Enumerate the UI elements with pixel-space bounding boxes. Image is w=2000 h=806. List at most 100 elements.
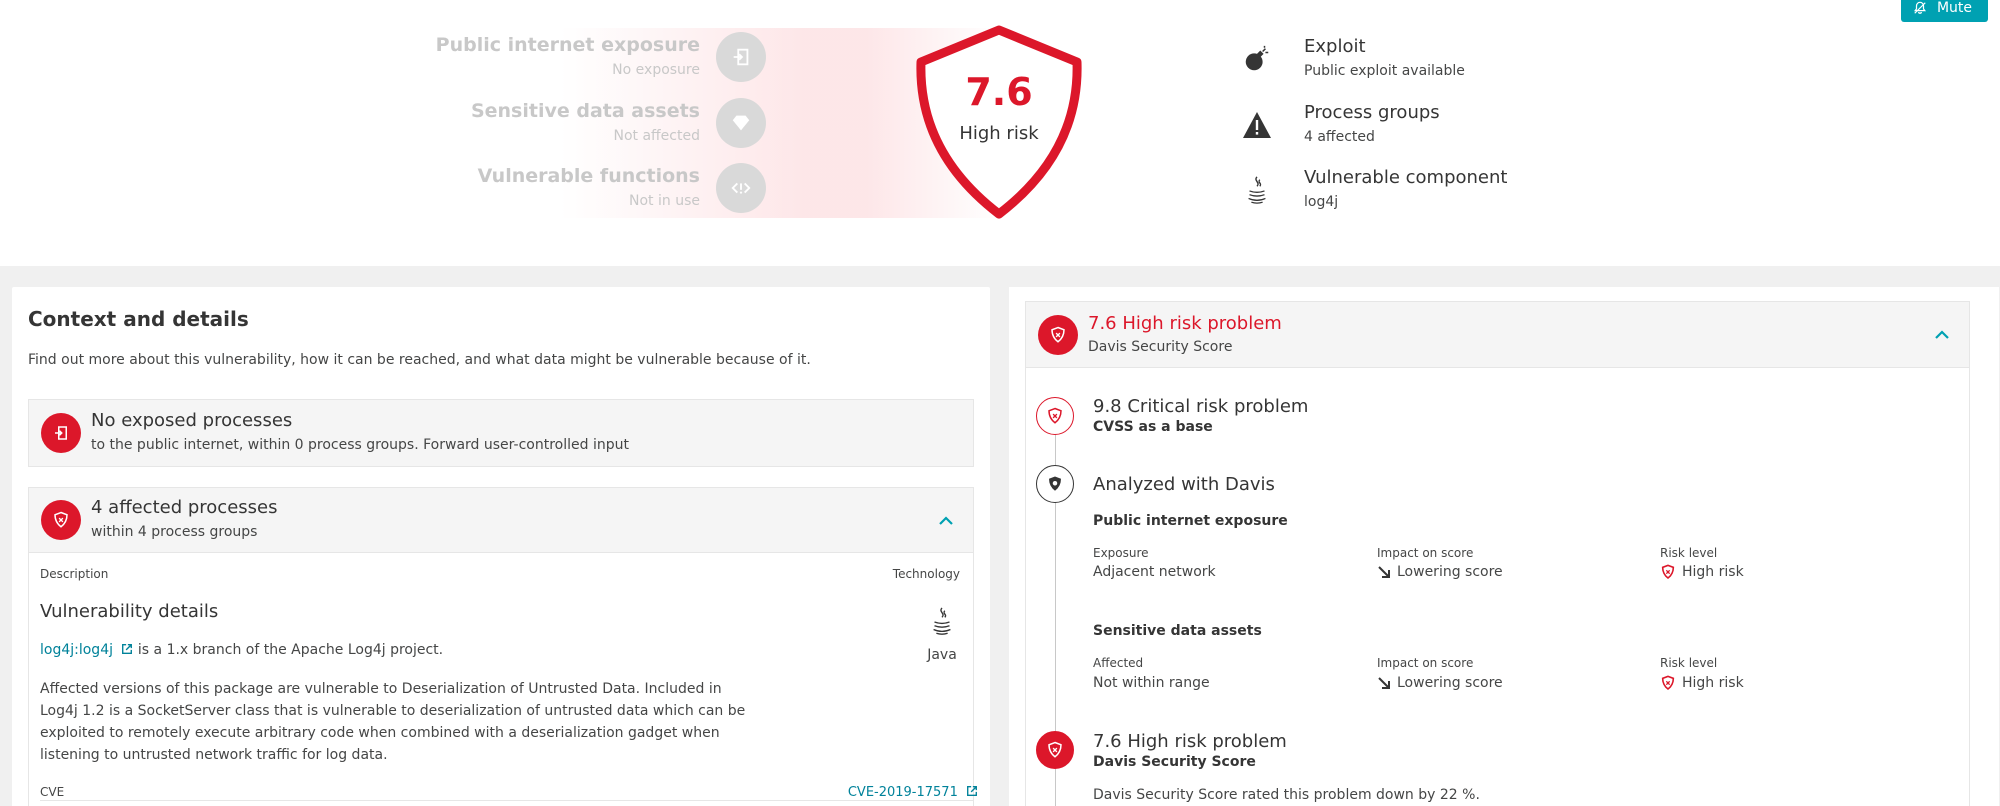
factor-title: Sensitive data assets — [470, 100, 700, 122]
context-panel: Context and details Find out more about … — [12, 287, 990, 806]
exposure-icon — [41, 413, 81, 453]
external-link-icon[interactable] — [966, 785, 978, 797]
arrow-down-right-icon — [1378, 566, 1390, 578]
meta-process-groups: Process groups 4 affected — [1240, 102, 1440, 145]
library-description: is a 1.x branch of the Apache Log4j proj… — [137, 642, 444, 658]
cve-label: CVE — [40, 785, 65, 799]
final-score-subtitle: Davis Security Score — [1093, 754, 1256, 770]
davis-header-title: 7.6 High risk problem — [1088, 313, 1282, 334]
impact-label: Impact on score — [1377, 656, 1474, 670]
risk-shield: 7.6 High risk — [912, 24, 1086, 220]
impact-value-text: Lowering score — [1397, 564, 1503, 580]
final-score-note-text: Davis Security Score rated this problem … — [1093, 787, 1480, 803]
bomb-icon — [1240, 42, 1274, 76]
factor-subtitle: Not in use — [629, 193, 700, 209]
column-technology: Technology — [892, 567, 960, 581]
meta-title: Vulnerable component — [1304, 167, 1508, 188]
library-line: log4j:log4j is a 1.x branch of the Apach… — [40, 642, 443, 658]
cve-link-text[interactable]: CVE-2019-17571 — [848, 785, 958, 800]
affected-subtitle: within 4 process groups — [91, 524, 258, 540]
exposure-icon — [716, 32, 766, 82]
meta-title: Exploit — [1304, 36, 1366, 57]
final-score-title: 7.6 High risk problem — [1093, 731, 1287, 752]
meta-subtitle: 4 affected — [1304, 129, 1375, 145]
shield-alert-icon — [1661, 564, 1675, 580]
risk-label: High risk — [959, 123, 1039, 144]
mute-label: Mute — [1936, 0, 1972, 16]
library-link-text[interactable]: log4j:log4j — [40, 642, 113, 658]
davis-panel: 7.6 High risk problem Davis Security Sco… — [1009, 287, 1999, 806]
java-icon — [933, 607, 951, 635]
section-title: Public internet exposure — [1093, 513, 1288, 529]
divider — [40, 800, 974, 801]
base-score-title: 9.8 Critical risk problem — [1093, 396, 1309, 417]
technology-java: Java — [912, 605, 972, 663]
arrow-down-right-icon — [1378, 677, 1390, 689]
risk-level-value: High risk — [1660, 675, 1744, 691]
meta-exploit: Exploit Public exploit available — [1240, 36, 1465, 79]
column-description: Description — [40, 567, 109, 581]
exposed-processes-card: No exposed processes to the public inter… — [28, 399, 974, 467]
code-icon — [716, 163, 766, 213]
exposure-value-text: Adjacent network — [1093, 564, 1216, 580]
affected-processes-header[interactable]: 4 affected processes within 4 process gr… — [28, 487, 974, 553]
shield-alert-icon — [1038, 315, 1078, 355]
risk-level-label: Risk level — [1660, 546, 1718, 560]
java-icon — [1240, 173, 1274, 207]
davis-header-subtitle: Davis Security Score — [1088, 339, 1233, 355]
section-title: Sensitive data assets — [1093, 623, 1262, 639]
meta-vulnerable-component: Vulnerable component log4j — [1240, 167, 1507, 210]
factor-subtitle: No exposure — [612, 62, 700, 78]
impact-value-text: Lowering score — [1397, 675, 1503, 691]
factor-subtitle: Not affected — [613, 128, 700, 144]
shield-alert-icon — [1661, 675, 1675, 691]
impact-value: Lowering score — [1377, 675, 1503, 691]
meta-title: Process groups — [1304, 102, 1440, 123]
vulnerability-details-title: Vulnerability details — [40, 601, 219, 622]
mute-button[interactable]: Mute — [1900, 0, 1988, 22]
factor-public-exposure: Public internet exposure No exposure — [436, 34, 700, 78]
impact-value: Lowering score — [1377, 564, 1503, 580]
factor-title: Vulnerable functions — [477, 165, 700, 187]
risk-level-text: High risk — [1682, 675, 1744, 691]
cve-link[interactable]: CVE-2019-17571 — [848, 785, 978, 800]
diamond-icon — [716, 98, 766, 148]
summary-header: Mute Public internet exposure No exposur… — [0, 0, 2000, 266]
bell-off-icon — [1913, 1, 1926, 14]
library-link[interactable]: log4j:log4j — [40, 642, 138, 658]
base-score-subtitle: CVSS as a base — [1093, 419, 1213, 435]
factor-title: Public internet exposure — [435, 34, 700, 56]
analyzed-title: Analyzed with Davis — [1093, 474, 1275, 495]
risk-score: 7.6 — [965, 70, 1033, 114]
risk-level-label: Risk level — [1660, 656, 1718, 670]
affected-label: Affected — [1093, 656, 1144, 670]
risk-level-value: High risk — [1660, 564, 1744, 580]
warning-icon — [1240, 108, 1274, 142]
affected-value: Not within range — [1093, 675, 1210, 691]
shield-alert-icon — [41, 500, 81, 540]
factor-vulnerable-functions: Vulnerable functions Not in use — [478, 165, 700, 209]
impact-label: Impact on score — [1377, 546, 1474, 560]
shield-alert-icon — [1036, 731, 1074, 769]
exposure-label: Exposure — [1093, 546, 1149, 560]
exposure-value: Adjacent network — [1093, 564, 1216, 580]
affected-value-text: Not within range — [1093, 675, 1210, 691]
davis-shield-icon — [1036, 465, 1074, 503]
chevron-up-icon[interactable] — [1933, 326, 1951, 344]
chevron-up-icon[interactable] — [937, 512, 955, 530]
meta-subtitle: log4j — [1304, 194, 1339, 210]
technology-label: Java — [927, 647, 957, 663]
exposed-title: No exposed processes — [91, 410, 293, 431]
final-score-note: Davis Security Score rated this problem … — [1093, 787, 1480, 803]
exposed-subtitle: to the public internet, within 0 process… — [91, 437, 629, 453]
meta-subtitle: Public exploit available — [1304, 63, 1465, 79]
risk-level-text: High risk — [1682, 564, 1744, 580]
external-link-icon[interactable] — [121, 643, 133, 655]
davis-header[interactable]: 7.6 High risk problem Davis Security Sco… — [1025, 301, 1970, 368]
shield-alert-icon — [1036, 397, 1074, 435]
affected-title: 4 affected processes — [91, 497, 278, 518]
context-description: Find out more about this vulnerability, … — [28, 352, 811, 368]
factor-sensitive-data: Sensitive data assets Not affected — [471, 100, 700, 144]
vulnerability-body: Affected versions of this package are vu… — [40, 681, 746, 763]
context-title: Context and details — [28, 307, 249, 331]
